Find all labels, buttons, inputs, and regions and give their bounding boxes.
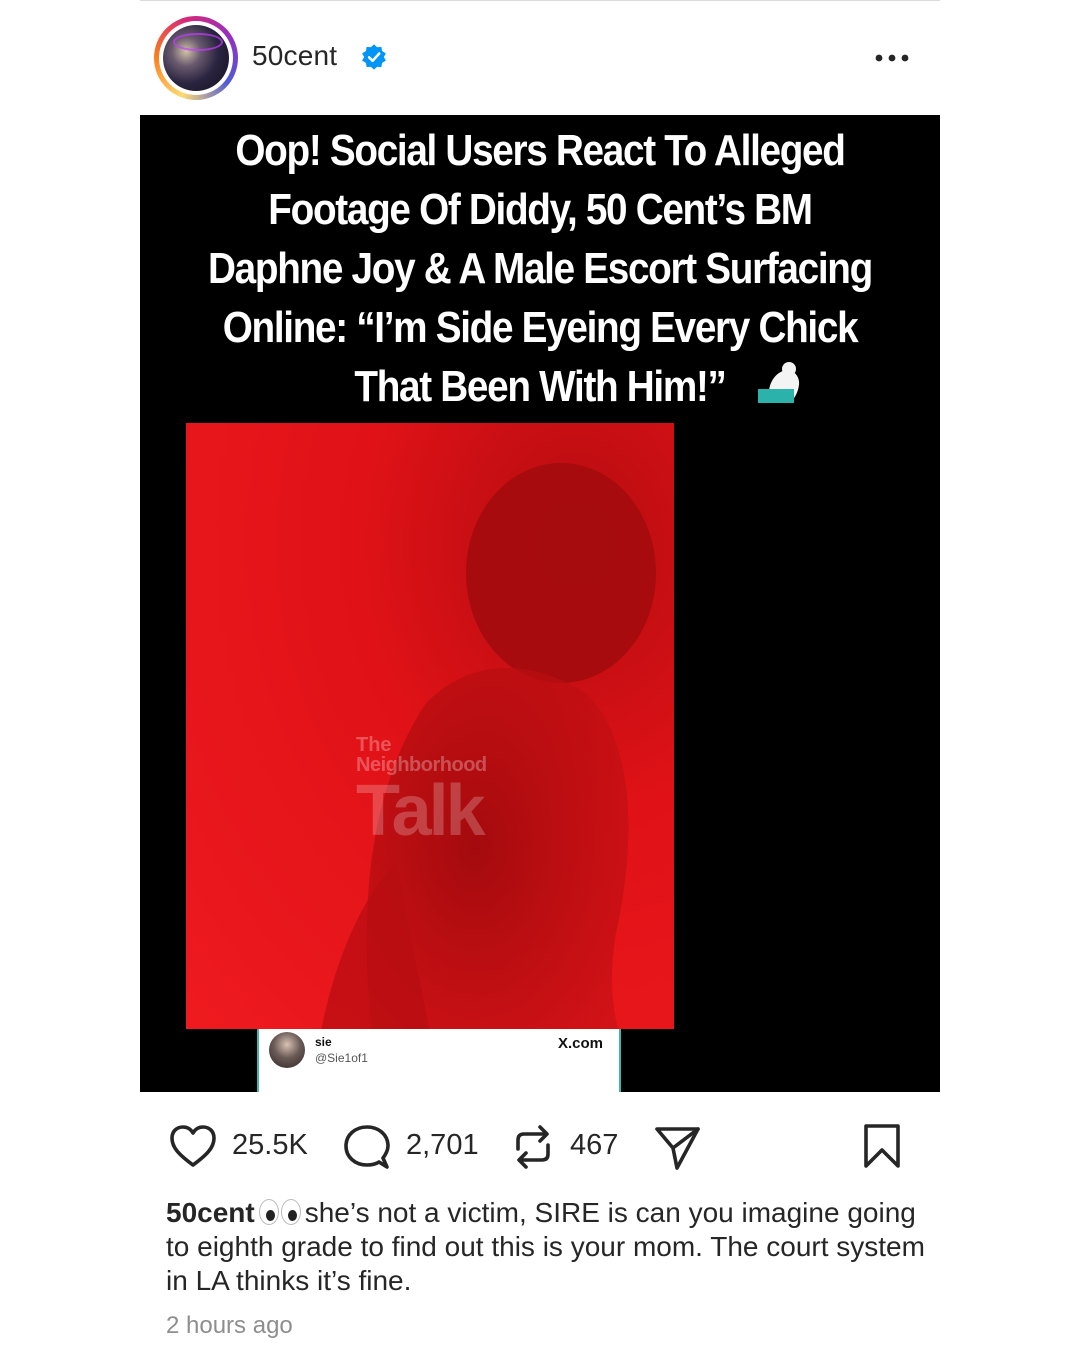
save-bookmark-icon[interactable] (862, 1123, 902, 1169)
post-image[interactable]: Oop! Social Users React To Alleged Foota… (140, 115, 940, 1092)
watermark: The Neighborhood Talk (356, 734, 487, 851)
profile-avatar[interactable] (154, 16, 238, 100)
tweet-handle: @Sie1of1 (315, 1051, 368, 1065)
caption-username[interactable]: 50cent (166, 1197, 255, 1228)
post-caption: 50cent she’s not a victim, SIRE is can yo… (166, 1196, 926, 1298)
post-username[interactable]: 50cent (252, 40, 337, 72)
eyes-emoji-icon (258, 1199, 303, 1225)
verified-badge-icon (362, 44, 386, 70)
reposts-count[interactable]: 467 (570, 1129, 618, 1162)
heart-icon[interactable] (168, 1122, 218, 1172)
comment-icon[interactable] (342, 1122, 392, 1172)
likes-count[interactable]: 25.5K (232, 1129, 308, 1162)
avatar-image (163, 25, 229, 91)
top-divider (140, 0, 940, 1)
repost-icon[interactable] (508, 1122, 558, 1172)
share-icon[interactable] (652, 1122, 702, 1172)
tweet-avatar (269, 1032, 305, 1068)
comments-count[interactable]: 2,701 (406, 1129, 479, 1162)
neighborhood-talk-logo-icon (758, 362, 800, 403)
tweet-card: sie @Sie1of1 X.com (257, 1029, 621, 1092)
more-options-icon[interactable] (872, 44, 912, 72)
photo: The Neighborhood Talk (186, 423, 674, 1029)
action-bar: 25.5K 2,701 467 (166, 1118, 946, 1172)
post-timestamp: 2 hours ago (166, 1312, 293, 1339)
tweet-name: sie (315, 1035, 332, 1049)
tweet-source: X.com (557, 1035, 603, 1052)
